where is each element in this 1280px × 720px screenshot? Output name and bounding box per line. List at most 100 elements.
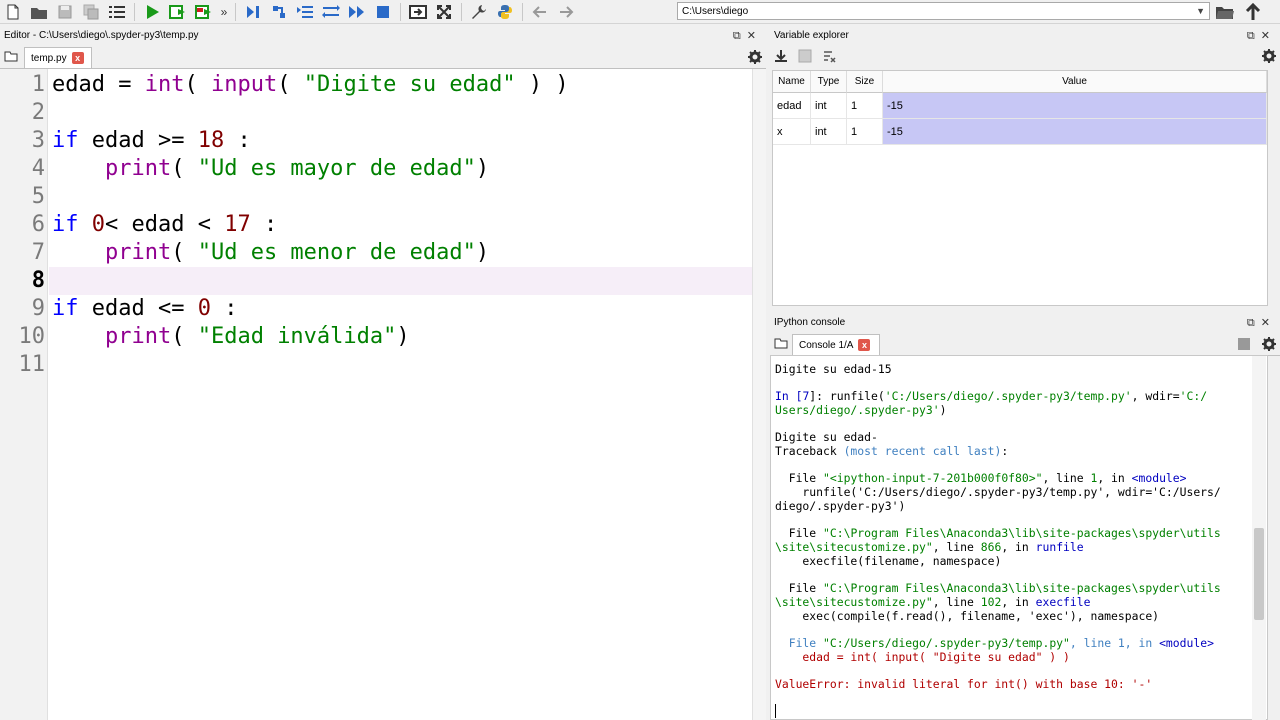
column-header-value[interactable]: Value (883, 71, 1267, 93)
new-file-icon[interactable] (1, 1, 25, 23)
tab-label: Console 1/A (799, 339, 854, 351)
step-into-icon[interactable] (293, 1, 317, 23)
variable-name[interactable]: x (773, 119, 811, 145)
remove-all-icon[interactable] (822, 49, 836, 66)
undock-icon[interactable]: ⧉ (1247, 30, 1261, 42)
line-number: 10 (18, 324, 46, 349)
code-token: ( (171, 156, 198, 181)
current-line-number: 8 (31, 268, 45, 293)
code-line-7: print( "Ud es menor de edad") (52, 239, 489, 267)
run-icon[interactable] (140, 1, 164, 23)
variable-size[interactable]: 1 (847, 93, 883, 119)
variable-name[interactable]: edad (773, 93, 811, 119)
ipython-console-title-text: IPython console (774, 317, 846, 328)
browse-tabs-icon[interactable] (774, 337, 788, 352)
console-token: File (775, 581, 824, 595)
line-number: 2 (31, 100, 45, 125)
console-token: , in (1001, 540, 1036, 554)
console-token: File (775, 526, 824, 540)
console-string: 'C:/ (1179, 389, 1208, 403)
code-token: : (250, 212, 278, 237)
step-icon[interactable] (267, 1, 291, 23)
prompt-in: In [ (775, 389, 803, 403)
column-header-type[interactable]: Type (811, 71, 847, 93)
close-pane-icon[interactable]: ✕ (747, 30, 762, 42)
continue-icon[interactable] (345, 1, 369, 23)
pane-controls: ⧉✕ (1247, 29, 1276, 43)
variable-type[interactable]: int (811, 93, 847, 119)
close-pane-icon[interactable]: ✕ (1261, 30, 1276, 42)
chevron-down-icon[interactable]: ▼ (1196, 6, 1205, 16)
list-icon[interactable] (105, 1, 129, 23)
debug-icon[interactable] (241, 1, 265, 23)
gear-icon[interactable] (1262, 49, 1276, 66)
code-token: ( (171, 324, 198, 349)
console-scrollbar[interactable] (1252, 356, 1266, 720)
console-number: 102 (980, 595, 1002, 609)
variable-value[interactable]: -15 (883, 93, 1267, 119)
line-number: 4 (31, 156, 45, 181)
editor-scrollbar[interactable] (752, 69, 766, 720)
stop-kernel-icon[interactable] (1238, 338, 1250, 353)
variable-type[interactable]: int (811, 119, 847, 145)
gear-icon[interactable] (748, 50, 762, 67)
forward-arrow-icon[interactable] (554, 1, 578, 23)
back-arrow-icon[interactable] (528, 1, 552, 23)
step-return-icon[interactable] (319, 1, 343, 23)
code-token: ( (277, 72, 304, 97)
column-header-size[interactable]: Size (847, 71, 883, 93)
console-line: Digite su edad- (775, 430, 878, 444)
console-string: \site\sitecustomize.py" (775, 595, 933, 609)
console-line: \site\sitecustomize.py", line 102, in ex… (775, 595, 1091, 610)
code-string: "Ud es menor de edad" (197, 240, 476, 265)
gear-icon[interactable] (1262, 337, 1276, 354)
browse-tabs-icon[interactable] (4, 50, 18, 65)
save-all-icon[interactable] (79, 1, 103, 23)
run-cell-advance-icon[interactable] (192, 1, 216, 23)
column-header-name[interactable]: Name (773, 71, 811, 93)
console-token: , line (1042, 471, 1091, 485)
pane-controls: ⧉✕ (733, 29, 762, 43)
tab-console-1a[interactable]: Console 1/A x (792, 334, 880, 355)
console-output[interactable]: Digite su edad-15 In [7]: runfile('C:/Us… (770, 355, 1268, 720)
close-pane-icon[interactable]: ✕ (1261, 317, 1276, 329)
toolbar-more[interactable]: » (217, 5, 231, 19)
close-tab-icon[interactable]: x (71, 52, 84, 64)
variable-explorer-title: Variable explorer ⧉✕ (770, 27, 1280, 45)
variable-size[interactable]: 1 (847, 119, 883, 145)
console-token: ]: runfile( (809, 389, 885, 403)
stop-icon[interactable] (371, 1, 395, 23)
console-token: File (775, 471, 824, 485)
variable-value[interactable]: -15 (883, 119, 1267, 145)
current-line-highlight (49, 267, 752, 295)
variable-table: Name Type Size Value edad int 1 -15 x in… (772, 70, 1268, 306)
maximize-pane-icon[interactable] (406, 1, 430, 23)
parent-dir-arrow-icon[interactable] (1241, 1, 1265, 23)
fullscreen-icon[interactable] (432, 1, 456, 23)
browse-folder-icon[interactable] (1213, 1, 1237, 23)
line-number: 9 (31, 296, 45, 321)
line-number: 11 (18, 352, 46, 377)
close-tab-icon[interactable]: x (858, 339, 871, 351)
tab-temp-py[interactable]: temp.py x (24, 47, 92, 68)
undock-icon[interactable]: ⧉ (1247, 317, 1261, 329)
console-tabbar: Console 1/A x (770, 332, 1280, 356)
save-icon[interactable] (53, 1, 77, 23)
python-icon[interactable] (493, 1, 517, 23)
code-number: 18 (197, 128, 225, 153)
code-editor[interactable]: 1 2 3 4 5 6 7 8 9 10 11 edad = int( inpu… (0, 69, 766, 720)
open-folder-icon[interactable] (27, 1, 51, 23)
tab-label: temp.py (31, 52, 67, 64)
console-scrollbar-thumb[interactable] (1254, 528, 1264, 620)
wrench-icon[interactable] (467, 1, 491, 23)
import-data-icon[interactable] (774, 49, 788, 66)
console-token: , in (1124, 636, 1160, 650)
save-data-icon[interactable] (798, 49, 812, 66)
run-cell-icon[interactable] (166, 1, 190, 23)
undock-icon[interactable]: ⧉ (733, 30, 747, 42)
console-line: execfile(filename, namespace) (775, 554, 1002, 568)
console-token: , line (932, 540, 981, 554)
code-number: 0 (197, 296, 211, 321)
variable-explorer-toolbar (770, 45, 1280, 69)
working-directory-combo[interactable]: C:\Users\diego ▼ (677, 2, 1210, 20)
